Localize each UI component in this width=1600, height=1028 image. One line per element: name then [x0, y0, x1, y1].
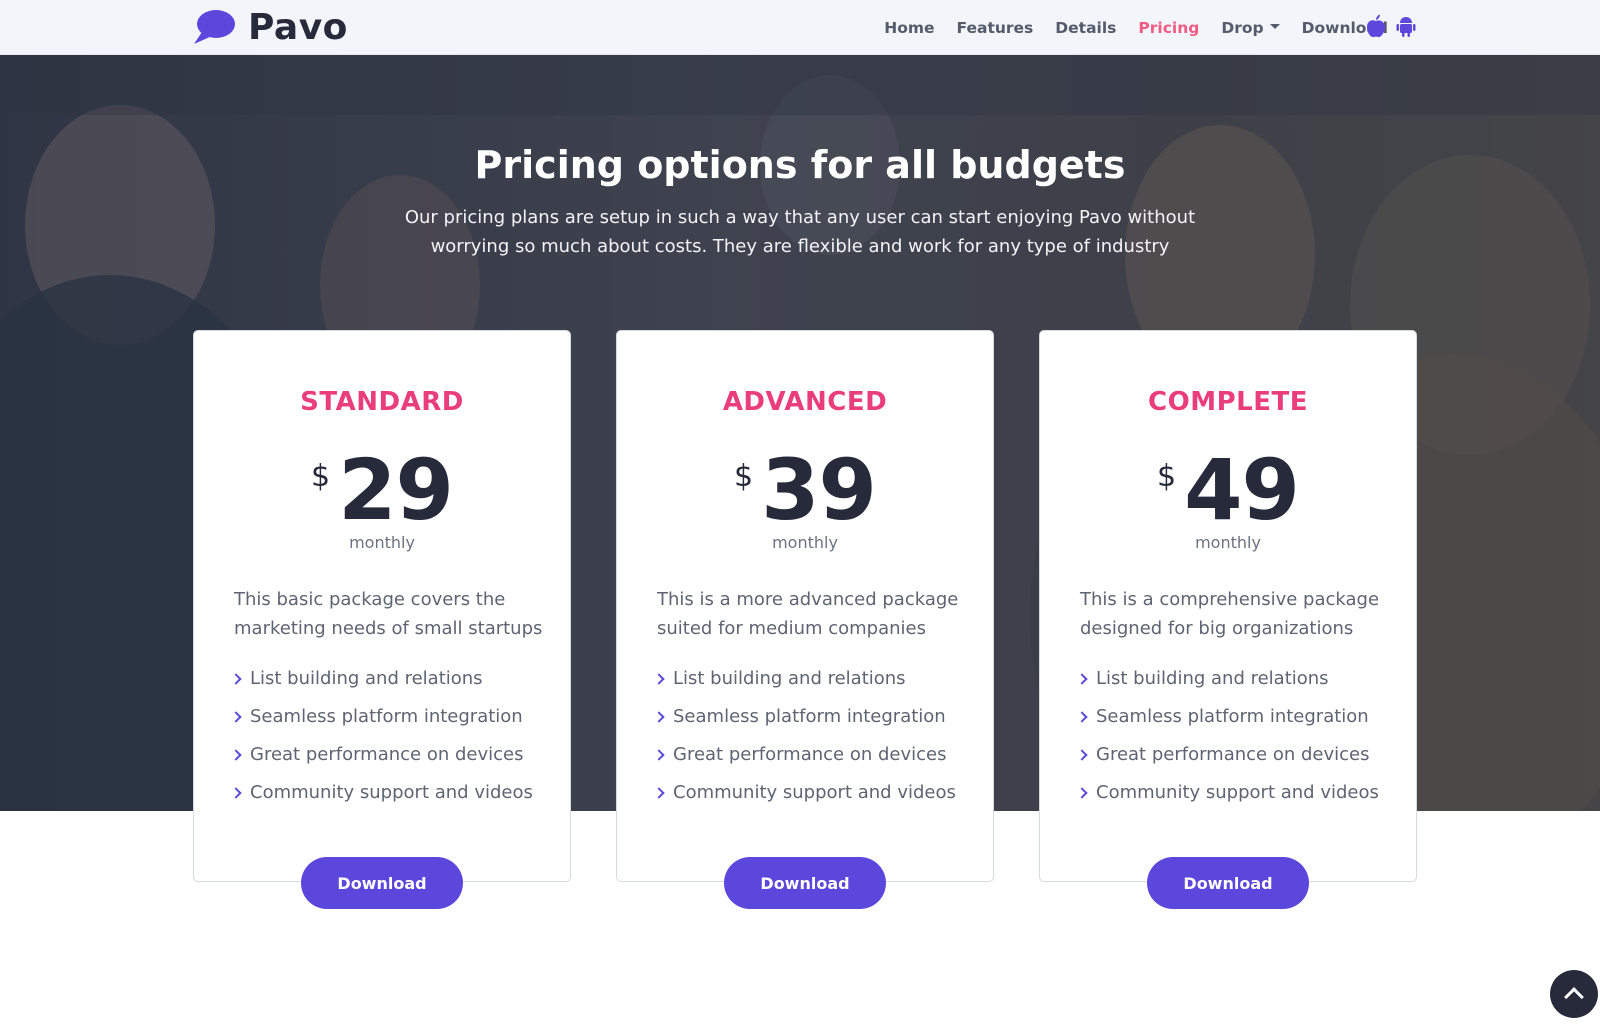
price-period: monthly	[772, 533, 838, 552]
download-button[interactable]: Download	[301, 857, 463, 909]
download-button[interactable]: Download	[1147, 857, 1309, 909]
list-item: Great performance on devices	[653, 736, 956, 774]
chevron-right-icon	[653, 749, 665, 761]
plan-name: COMPLETE	[1148, 387, 1308, 417]
plan-name: ADVANCED	[722, 387, 888, 417]
caret-down-icon	[1269, 23, 1280, 29]
download-button[interactable]: Download	[724, 857, 886, 909]
nav-drop-dropdown[interactable]: Drop	[1221, 18, 1280, 37]
navbar: Pavo Home Features Details Pricing Drop …	[0, 0, 1600, 55]
list-item: Community support and videos	[653, 774, 956, 812]
price-amount: 49	[1184, 441, 1300, 539]
list-item: Seamless platform integration	[1076, 698, 1379, 736]
nav-drop-label: Drop	[1221, 18, 1264, 37]
nav-details[interactable]: Details	[1055, 19, 1116, 37]
chevron-right-icon	[1076, 749, 1088, 761]
list-item: Great performance on devices	[1076, 736, 1379, 774]
feature-label: Great performance on devices	[673, 744, 947, 765]
list-item: Seamless platform integration	[653, 698, 956, 736]
price-period: monthly	[349, 533, 415, 552]
currency-symbol: $	[311, 459, 331, 494]
brand-logo[interactable]: Pavo	[192, 6, 348, 48]
chevron-up-icon	[1564, 987, 1584, 1007]
chevron-right-icon	[653, 711, 665, 723]
plan-description: This basic package covers the marketing …	[234, 589, 543, 639]
feature-label: Community support and videos	[673, 782, 956, 803]
nav-pricing[interactable]: Pricing	[1138, 19, 1199, 37]
plan-features: List building and relations Seamless pla…	[230, 660, 533, 812]
feature-label: Community support and videos	[1096, 782, 1379, 803]
apple-icon[interactable]	[1366, 14, 1386, 38]
plan-price: $39	[617, 441, 993, 539]
list-item: Community support and videos	[230, 774, 533, 812]
nav-home[interactable]: Home	[884, 19, 934, 37]
brand-name: Pavo	[248, 6, 348, 48]
plan-description: This is a more advanced package suited f…	[657, 589, 959, 639]
chevron-right-icon	[230, 749, 242, 761]
plan-card-advanced: ADVANCED $39 monthly This is a more adva…	[616, 330, 994, 909]
page-title: Pricing options for all budgets	[474, 143, 1126, 187]
page-subtitle: Our pricing plans are setup in such a wa…	[404, 207, 1196, 257]
speech-bubble-icon	[192, 8, 236, 46]
list-item: List building and relations	[1076, 660, 1379, 698]
feature-label: Seamless platform integration	[250, 706, 523, 727]
currency-symbol: $	[1157, 459, 1177, 494]
currency-symbol: $	[734, 459, 754, 494]
price-amount: 39	[761, 441, 877, 539]
chevron-right-icon	[1076, 673, 1088, 685]
chevron-right-icon	[230, 787, 242, 799]
chevron-right-icon	[653, 787, 665, 799]
plan-card-standard: STANDARD $29 monthly This basic package …	[193, 330, 571, 909]
feature-label: List building and relations	[250, 668, 483, 689]
plan-price: $49	[1040, 441, 1416, 539]
chevron-right-icon	[1076, 711, 1088, 723]
plan-price: $29	[194, 441, 570, 539]
plan-name: STANDARD	[300, 387, 464, 417]
plan-features: List building and relations Seamless pla…	[1076, 660, 1379, 812]
plan-features: List building and relations Seamless pla…	[653, 660, 956, 812]
plan-description: This is a comprehensive package designed…	[1080, 589, 1380, 639]
list-item: List building and relations	[653, 660, 956, 698]
chevron-right-icon	[230, 711, 242, 723]
feature-label: Seamless platform integration	[673, 706, 946, 727]
android-icon[interactable]	[1396, 14, 1416, 38]
feature-label: Community support and videos	[250, 782, 533, 803]
store-links	[1366, 14, 1416, 38]
list-item: Great performance on devices	[230, 736, 533, 774]
feature-label: Seamless platform integration	[1096, 706, 1369, 727]
feature-label: Great performance on devices	[250, 744, 524, 765]
main-nav: Home Features Details Pricing Drop Downl…	[862, 0, 1388, 55]
list-item: Community support and videos	[1076, 774, 1379, 812]
nav-features[interactable]: Features	[957, 19, 1034, 37]
chevron-right-icon	[653, 673, 665, 685]
feature-label: Great performance on devices	[1096, 744, 1370, 765]
price-amount: 29	[338, 441, 454, 539]
feature-label: List building and relations	[1096, 668, 1329, 689]
back-to-top-button[interactable]	[1550, 970, 1598, 1018]
price-period: monthly	[1195, 533, 1261, 552]
list-item: List building and relations	[230, 660, 533, 698]
plan-card-complete: COMPLETE $49 monthly This is a comprehen…	[1039, 330, 1417, 909]
list-item: Seamless platform integration	[230, 698, 533, 736]
feature-label: List building and relations	[673, 668, 906, 689]
chevron-right-icon	[230, 673, 242, 685]
chevron-right-icon	[1076, 787, 1088, 799]
